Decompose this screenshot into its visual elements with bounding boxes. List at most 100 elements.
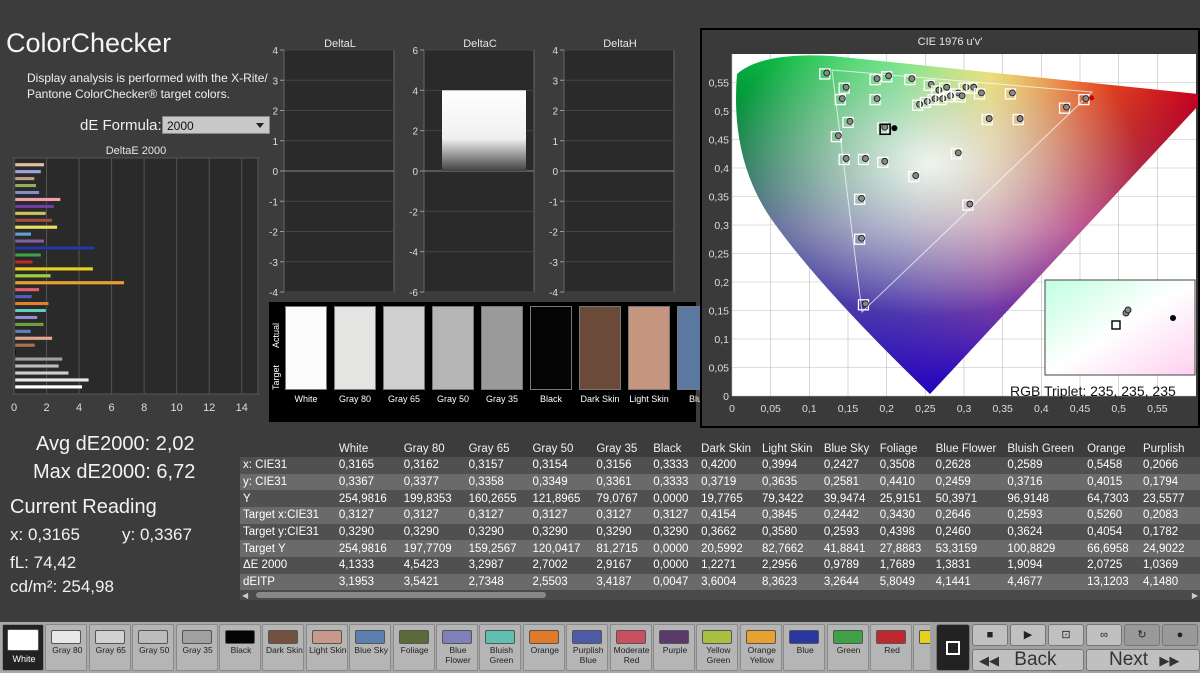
deltae-bar [14, 218, 53, 223]
swatch-light-skin[interactable] [628, 306, 670, 390]
table-cell: 0,4398 [876, 523, 933, 541]
patch-label: Gray 80 [52, 645, 83, 655]
table-cell: 0,3127 [465, 507, 530, 524]
patch-button-red[interactable]: Red [870, 624, 912, 671]
max-de: Max dE2000: 6,72 [33, 461, 196, 483]
patch-button-purple[interactable]: Purple [653, 624, 695, 671]
cie-measured-marker [858, 234, 866, 242]
table-cell: 254,9816 [335, 490, 401, 508]
row-label: dEITP [240, 573, 336, 591]
back-button[interactable]: ◀◀ Back [972, 649, 1084, 671]
swatch-gray-65[interactable] [383, 306, 425, 390]
delta-tick-label: 0 [552, 167, 558, 178]
patch-button-white[interactable]: White [2, 624, 44, 671]
bottom-bar: White Gray 80 Gray 65 Gray 50 Gray 35 Black Da… [0, 622, 1200, 673]
next-button[interactable]: Next ▶▶ [1086, 649, 1200, 671]
swatch-white[interactable] [285, 306, 327, 390]
table-cell: 0,2442 [820, 507, 877, 524]
patch-button-gray-65[interactable]: Gray 65 [88, 624, 131, 671]
swatch-gray-50[interactable] [432, 306, 474, 390]
patch-button-foliage[interactable]: Foliage [392, 624, 435, 671]
table-cell: 23,5577 [1140, 490, 1200, 508]
table-cell: 53,3159 [932, 540, 1005, 558]
chevron-down-icon [256, 123, 264, 128]
table-cell: 0,2460 [932, 523, 1005, 541]
next-arrow-icon: ▶▶ [1159, 653, 1180, 668]
cie-y-tick: 0,25 [709, 249, 730, 261]
cie-y-tick: 0,35 [709, 192, 730, 204]
scroll-left-icon[interactable]: ◀ [242, 591, 248, 600]
table-scrollbar[interactable]: ◀ ▶ [240, 590, 1200, 600]
deltae-tick-label: 6 [109, 402, 115, 414]
patch-button-blue[interactable]: Blue [783, 624, 826, 671]
patch-button-black[interactable]: Black [219, 624, 261, 671]
delta-tick-label: 0 [412, 167, 418, 178]
patch-button-green[interactable]: Green [826, 624, 869, 671]
stop-button[interactable]: ■ [972, 624, 1008, 646]
loop-button[interactable]: ∞ [1086, 624, 1122, 646]
patch-button-purplish-blue[interactable]: Purplish Blue [566, 624, 609, 671]
table-cell: 3,2987 [465, 557, 530, 574]
cie-measured-marker [885, 72, 893, 80]
table-cell: 0,3624 [1004, 523, 1085, 541]
frame-icon: ⊡ [1061, 629, 1071, 641]
table-cell: 0,3127 [650, 507, 699, 524]
scroll-right-icon[interactable]: ▶ [1192, 591, 1198, 600]
delta-tick-label: -4 [409, 248, 418, 259]
deltae-bar [14, 377, 90, 382]
swatch-black[interactable] [530, 306, 572, 390]
extra-button[interactable]: ● [1162, 624, 1198, 646]
formula-select[interactable]: 2000 [162, 116, 270, 134]
deltae-bar [14, 384, 83, 389]
table-cell: 0,5260 [1084, 507, 1140, 524]
swatch-gray-80[interactable] [334, 306, 376, 390]
patch-button-gray-35[interactable]: Gray 35 [175, 624, 218, 671]
cie-measured-marker [858, 194, 866, 202]
table-cell: 254,9816 [335, 540, 401, 558]
cie-x-tick: 0,3 [957, 403, 972, 415]
patch-button-yellow-green[interactable]: Yellow Green [696, 624, 739, 671]
table-cell: 1,0369 [1140, 557, 1200, 574]
deltae-bar [14, 183, 37, 188]
patch-button-blue-flower[interactable]: Blue Flower [436, 624, 478, 671]
table-cell: 27,8883 [876, 540, 933, 558]
actual-label: Actual [271, 322, 281, 348]
frame-button[interactable]: ⊡ [1048, 624, 1084, 646]
patch-label: Yellow Green [706, 645, 731, 665]
patch-button-blue-sky[interactable]: Blue Sky [349, 624, 392, 671]
patch-button-orange[interactable]: Orange [522, 624, 565, 671]
refresh-button[interactable]: ↻ [1124, 624, 1160, 646]
patch-button-orange-yellow[interactable]: Orange Yellow [739, 624, 782, 671]
swatch-gray-35[interactable] [481, 306, 523, 390]
table-cell: 1,9094 [1004, 557, 1085, 574]
play-button[interactable]: ▶ [1010, 624, 1046, 646]
patch-button-gray-50[interactable]: Gray 50 [132, 624, 175, 671]
table-cell: 0,0000 [650, 490, 699, 508]
patch-button-bluish-green[interactable]: Bluish Green [479, 624, 522, 671]
deltae-tick-label: 4 [76, 402, 82, 414]
patch-label: Blue [796, 645, 814, 655]
rgb-triplet: RGB Triplet: 235, 235, 235 [1010, 383, 1176, 399]
patch-button-light-skin[interactable]: Light Skin [305, 624, 348, 671]
swatch-dark-skin[interactable] [579, 306, 621, 390]
record-button[interactable] [936, 624, 970, 671]
deltae-bar [14, 252, 42, 257]
table-cell: 5,8049 [876, 573, 933, 591]
patch-button-gray-80[interactable]: Gray 80 [45, 624, 88, 671]
table-cell: 0,4410 [876, 473, 933, 491]
delta-tick-label: -3 [549, 258, 558, 269]
table-scrollbar-thumb[interactable] [256, 592, 546, 598]
patch-button-moderate-red[interactable]: Moderate Red [609, 624, 652, 671]
table-cell: 0,4015 [1084, 473, 1140, 491]
cie-measured-marker [954, 149, 962, 157]
row-label: Y [240, 490, 336, 508]
delta-lch-charts: 4 3 2 1 0 -1 -2 -3 -4 6 4 2 0 -2 -4 -6 4 3 2 1 0 -1 -2 -3 -4 [269, 46, 675, 298]
reading-cdm2: cd/m²: 254,98 [10, 577, 114, 596]
patch-button-dark-skin[interactable]: Dark Skin [262, 624, 305, 671]
patch-chip [268, 630, 299, 644]
cie-measured-marker [931, 95, 939, 102]
controls-area: ■ ▶ ⊡ ∞ ↻ ● ◀◀ Back Next ▶▶ [930, 622, 1200, 673]
table-header: Purplish [1143, 442, 1185, 455]
cie-y-tick: 0,15 [709, 306, 730, 318]
table-cell: 0,2593 [820, 523, 877, 541]
